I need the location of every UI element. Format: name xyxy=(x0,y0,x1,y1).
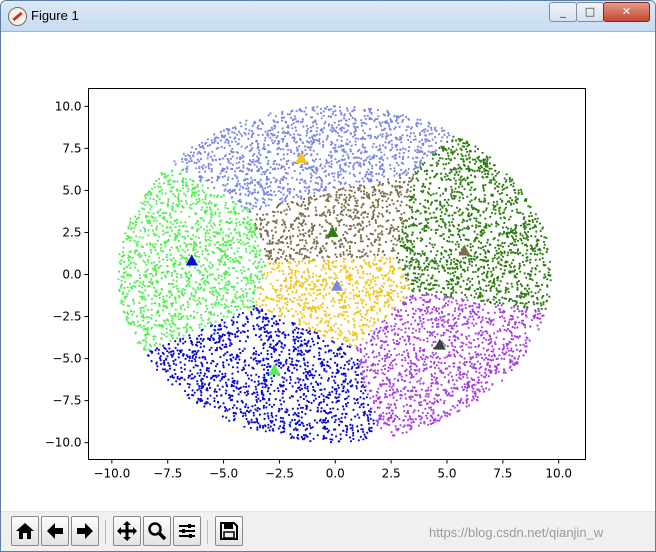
cluster-points-6 xyxy=(146,305,375,444)
matplotlib-app-icon xyxy=(8,7,27,26)
y-tick-label: −7.5 xyxy=(52,394,81,408)
home-button[interactable] xyxy=(11,516,39,546)
x-tick-label: −5.0 xyxy=(209,467,238,481)
x-tick-label: −10.0 xyxy=(93,467,130,481)
window-title: Figure 1 xyxy=(31,8,79,23)
x-axis: −10.0 −7.5 −5.0 −2.5 0.0 2.5 5.0 7.5 10.0 xyxy=(93,459,572,481)
cluster-points-1 xyxy=(173,105,451,211)
x-tick-label: 5.0 xyxy=(437,467,456,481)
toolbar-separator xyxy=(207,520,208,544)
x-tick-label: 7.5 xyxy=(493,467,512,481)
close-button[interactable]: ✕ xyxy=(603,2,650,22)
figure-canvas[interactable]: −10.0 −7.5 −5.0 −2.5 0.0 2.5 5.0 7.5 10.0 −10.0−… xyxy=(1,32,655,511)
back-icon xyxy=(47,523,63,539)
minimize-button[interactable]: _ xyxy=(549,2,577,22)
title-bar[interactable]: Figure 1 _ □ ✕ xyxy=(1,1,655,32)
axes-frame xyxy=(88,88,586,460)
x-tick-label: 0.0 xyxy=(326,467,345,481)
x-tick-label: −2.5 xyxy=(265,467,294,481)
pan-icon xyxy=(117,521,137,541)
x-tick-label: −7.5 xyxy=(153,467,182,481)
y-tick-label: 2.5 xyxy=(62,225,81,239)
y-tick-label: −2.5 xyxy=(52,310,81,324)
centroid-marker-1 xyxy=(295,151,308,163)
y-axis: −10.0 −7.5 −5.0 −2.5 0.0 2.5 5.0 7.5 10.0 xyxy=(45,99,89,450)
home-icon xyxy=(16,523,34,539)
back-button[interactable] xyxy=(41,516,69,546)
zoom-button[interactable] xyxy=(143,516,171,546)
save-icon xyxy=(220,522,238,540)
toolbar-separator xyxy=(105,520,106,544)
pan-button[interactable] xyxy=(113,516,141,546)
y-tick-label: 5.0 xyxy=(62,183,81,197)
configure-subplots-button[interactable] xyxy=(173,516,201,546)
x-tick-label: 10.0 xyxy=(545,467,572,481)
save-button[interactable] xyxy=(215,516,243,546)
cluster-points-3 xyxy=(249,171,417,263)
centroid-marker-2 xyxy=(458,244,471,256)
y-tick-label: 0.0 xyxy=(62,268,81,282)
y-tick-label: −5.0 xyxy=(52,352,81,366)
figure-window: Figure 1 _ □ ✕ −10.0 −7.5 −5.0 −2.5 0.0 2.5 5.… xyxy=(0,0,656,552)
scatter-chart: −10.0 −7.5 −5.0 −2.5 0.0 2.5 5.0 7.5 10.0 −10.0−… xyxy=(45,88,586,481)
watermark-text: https://blog.csdn.net/qianjin_w xyxy=(429,525,604,540)
forward-button[interactable] xyxy=(71,516,99,546)
y-tick-label: 10.0 xyxy=(55,99,82,113)
x-tick-label: 2.5 xyxy=(382,467,401,481)
y-tick-label: −10.0 xyxy=(45,436,82,450)
zoom-icon xyxy=(148,522,167,541)
points-layer xyxy=(117,105,552,444)
forward-icon xyxy=(77,523,93,539)
y-tick-label: 7.5 xyxy=(62,141,81,155)
configure-subplots-icon xyxy=(179,524,195,538)
maximize-button[interactable]: □ xyxy=(576,2,604,22)
